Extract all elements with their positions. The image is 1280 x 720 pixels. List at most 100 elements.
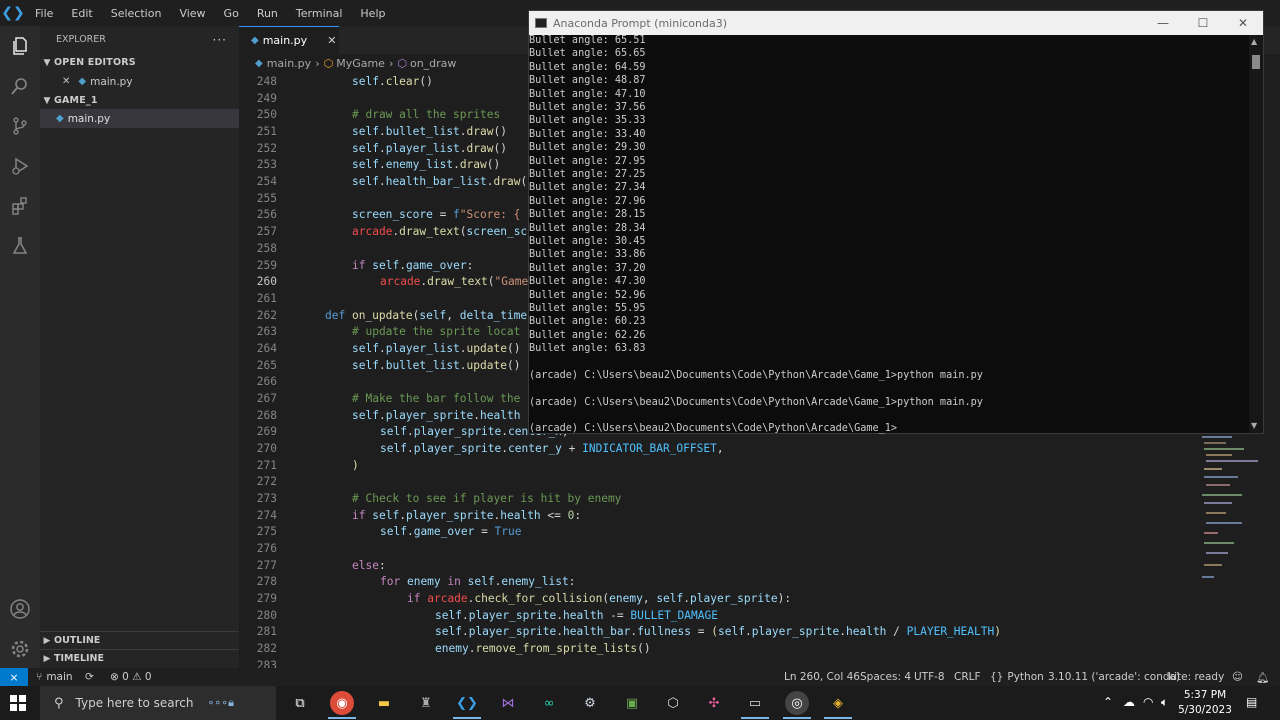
feedback-icon[interactable]: ☺ [1232,668,1243,686]
source-control-icon[interactable] [8,114,32,138]
terminal-line: Bullet angle: 47.30 [529,276,646,288]
terminal-line: Bullet angle: 33.40 [529,128,646,140]
terminal-line: Bullet angle: 52.96 [529,289,646,301]
tray-expand-icon[interactable]: ⌃ [1103,695,1113,709]
breadcrumb-method[interactable]: on_draw [410,57,456,70]
terminal-line: Bullet angle: 55.95 [529,303,646,314]
task-view-icon[interactable]: ⧉ [288,691,312,715]
unity-icon[interactable]: ⬡ [661,691,685,715]
menu-terminal[interactable]: Terminal [287,7,352,20]
outline-panel-header[interactable]: ▶ OUTLINE [40,631,239,649]
terminal-title-bar[interactable]: Anaconda Prompt (miniconda3) — ☐ ✕ [529,11,1263,35]
paint-app-icon[interactable]: ◈ [826,691,850,715]
obs-icon[interactable]: ◎ [785,691,809,715]
terminal-taskbar-icon[interactable]: ▭ [743,691,767,715]
terminal-line: Bullet angle: 37.56 [529,102,646,113]
terminal-title: Anaconda Prompt (miniconda3) [553,16,728,30]
open-editor-item[interactable]: ✕ ◆ main.py [40,72,239,91]
settings-gear-icon[interactable] [8,637,32,661]
file-explorer-icon[interactable]: ▬ [372,691,396,715]
anaconda-prompt-window[interactable]: Anaconda Prompt (miniconda3) — ☐ ✕ Bulle… [528,10,1264,434]
terminal-line: Bullet angle: 65.65 [529,48,646,60]
file-tree-item[interactable]: ◆ main.py [40,109,239,128]
volume-icon[interactable]: 🔈︎ [1161,695,1168,710]
terminal-line: Bullet angle: 48.87 [529,75,646,87]
terminal-line: Bullet angle: 63.83 [529,343,646,355]
terminal-output[interactable]: Bullet angle: 65.51 Bullet angle: 65.65 … [529,35,1249,435]
breadcrumb-class[interactable]: MyGame [336,57,385,70]
arduino-icon[interactable]: ∞ [537,691,561,715]
code-line: 282 enemy.remove_from_sprite_lists() [256,642,651,655]
windows-start-icon[interactable] [10,695,26,711]
menu-edit[interactable]: Edit [62,7,101,20]
eol-status[interactable]: CRLF [954,668,981,686]
code-line: 270 self.player_sprite.center_y + INDICAT… [256,442,724,455]
testing-flask-icon[interactable] [8,234,32,258]
scrollbar-thumb[interactable] [1252,55,1260,69]
python-file-icon: ◆ [251,35,259,46]
run-debug-icon[interactable] [8,154,32,178]
close-window-icon[interactable]: ✕ [1223,11,1263,35]
encoding-status[interactable]: UTF-8 [914,668,945,686]
terminal-line: Bullet angle: 30.45 [529,236,646,247]
tab-main-py[interactable]: ◆ main.py ✕ [239,26,339,54]
terminal-line: Bullet angle: 65.51 [529,35,646,46]
explorer-sidebar: EXPLORER ··· ▼ OPEN EDITORS ✕ ◆ main.py … [40,26,239,668]
chrome-icon[interactable]: ◉ [330,691,354,715]
search-icon[interactable] [8,74,32,98]
interpreter-status[interactable]: 3.10.11 ('arcade': conda) [1048,668,1180,686]
problems-status[interactable]: ⊗ 0 ⚠ 0 [110,668,152,686]
timeline-panel-header[interactable]: ▶ TIMELINE [40,649,239,667]
minimap[interactable] [1196,430,1266,590]
slack-icon[interactable]: ✣ [702,691,726,715]
minecraft-icon[interactable]: ▣ [620,691,644,715]
remote-indicator-icon[interactable]: ⨯ [0,668,28,686]
wifi-icon[interactable]: ◠ [1143,695,1153,709]
onedrive-icon[interactable]: ☁ [1123,695,1135,709]
menu-go[interactable]: Go [215,7,248,20]
game-app-icon[interactable]: ♜ [414,691,438,715]
extensions-icon[interactable] [8,194,32,218]
taskbar-search-box[interactable]: ⚲ Type here to search ∘∘∘🔒︎ [40,686,276,720]
more-actions-icon[interactable]: ··· [213,33,227,47]
steam-icon[interactable]: ⚙ [578,691,602,715]
vscode-taskbar-icon[interactable]: ❮❯ [455,691,479,715]
folder-header[interactable]: ▼ GAME_1 [40,91,239,110]
scroll-up-icon[interactable]: ▲ [1251,37,1257,46]
terminal-line: Bullet angle: 37.20 [529,262,646,274]
scroll-down-icon[interactable]: ▼ [1251,421,1257,430]
method-icon: ⬡ [397,56,407,70]
account-icon[interactable] [8,597,32,621]
explorer-icon[interactable] [8,34,32,58]
language-status[interactable]: {} Python [990,668,1044,686]
close-icon[interactable]: ✕ [62,76,70,87]
kite-status[interactable]: kite: ready [1168,668,1224,686]
terminal-line: Bullet angle: 27.34 [529,182,646,194]
menu-selection[interactable]: Selection [102,7,171,20]
notifications-bell-icon[interactable]: 🔔︎ [1256,668,1269,686]
visual-studio-icon[interactable]: ⋈ [496,691,520,715]
menu-view[interactable]: View [170,7,214,20]
menu-help[interactable]: Help [351,7,394,20]
code-line: 277 else: [256,559,386,572]
status-bar: ⨯ ⑂ main ⟳ ⊗ 0 ⚠ 0 Ln 260, Col 46 Spaces… [0,668,1280,686]
branch-status[interactable]: ⑂ main [36,668,73,686]
chevron-right-icon: ▶ [43,635,51,646]
sync-icon[interactable]: ⟳ [85,668,94,686]
cursor-position[interactable]: Ln 260, Col 46 [784,668,860,686]
indentation-status[interactable]: Spaces: 4 [860,668,911,686]
python-file-icon: ◆ [78,76,87,87]
minimize-icon[interactable]: — [1143,11,1183,35]
terminal-line: Bullet angle: 60.23 [529,316,646,328]
notification-center-icon[interactable]: ▤ [1246,695,1257,709]
menu-file[interactable]: File [26,7,62,20]
system-clock[interactable]: 5:37 PM 5/30/2023 [1176,688,1234,718]
close-tab-icon[interactable]: ✕ [327,34,336,47]
breadcrumb-file[interactable]: main.py [267,57,311,70]
menu-run[interactable]: Run [248,7,287,20]
open-editors-header[interactable]: ▼ OPEN EDITORS [40,53,239,72]
maximize-icon[interactable]: ☐ [1183,11,1223,35]
terminal-line: Bullet angle: 27.95 [529,155,646,167]
class-icon: ⬡ [323,56,334,70]
terminal-scrollbar[interactable]: ▲ ▼ [1249,35,1263,433]
